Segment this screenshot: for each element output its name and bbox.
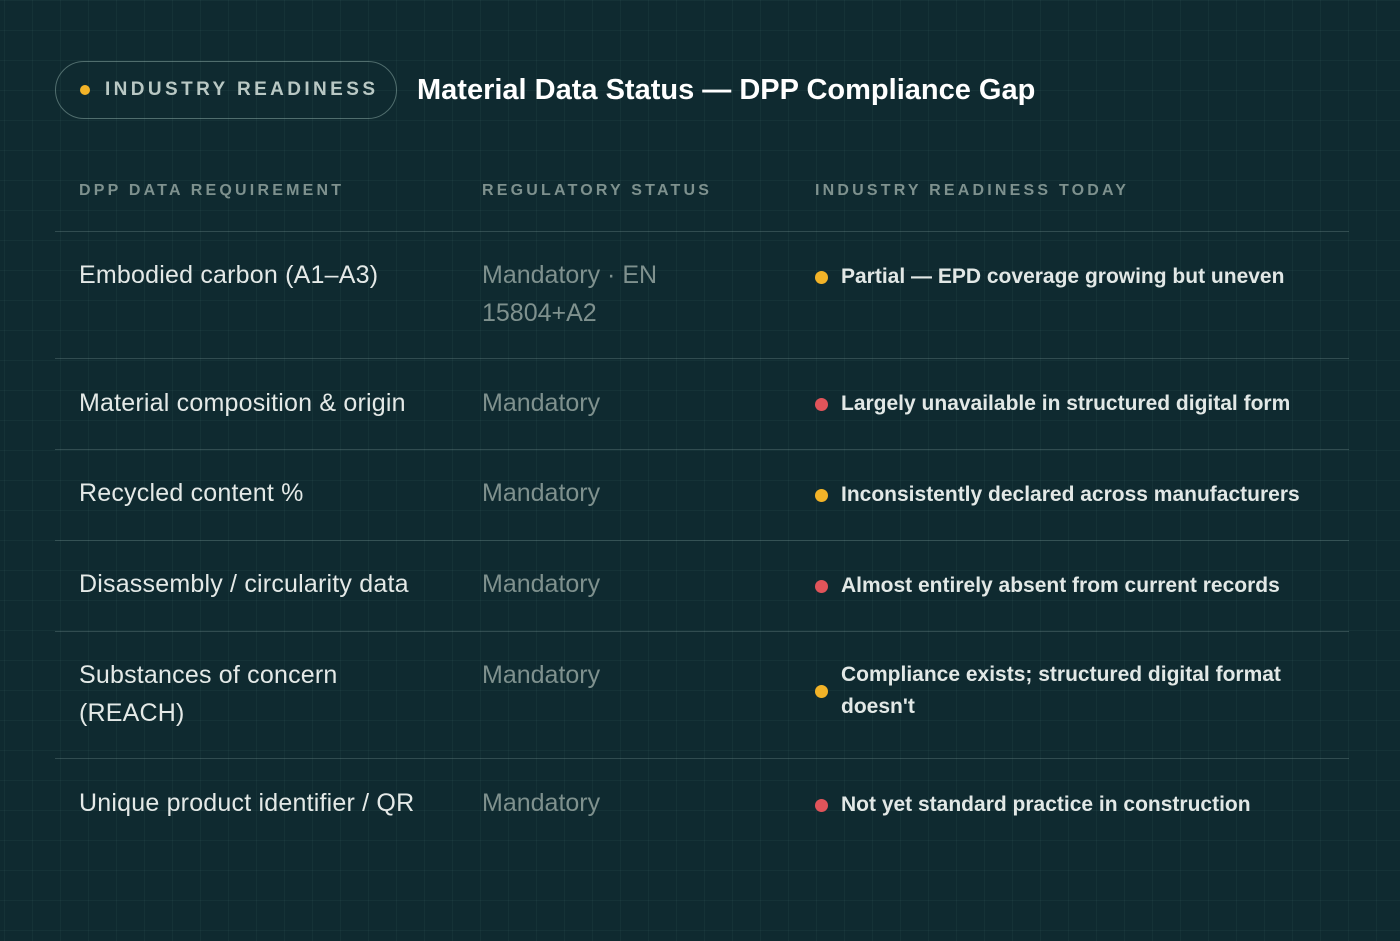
readiness-dot-icon bbox=[815, 397, 828, 411]
readiness-text: Almost entirely absent from current reco… bbox=[841, 574, 1280, 597]
compliance-table: DPP DATA REQUIREMENT REGULATORY STATUS I… bbox=[55, 160, 1349, 869]
table-row: Substances of concern (REACH) Mandatory … bbox=[55, 632, 1349, 759]
requirement-cell: Unique product identifier / QR bbox=[79, 789, 415, 817]
regulatory-status-cell: Mandatory bbox=[482, 789, 601, 817]
requirement-cell: Substances of concern (REACH) bbox=[79, 661, 338, 727]
readiness-cell: Compliance exists; structured digital fo… bbox=[815, 659, 1335, 723]
readiness-dot-icon bbox=[815, 579, 828, 593]
regulatory-status-cell: Mandatory bbox=[482, 389, 601, 417]
readiness-cell: Not yet standard practice in constructio… bbox=[815, 789, 1335, 821]
readiness-cell: Partial — EPD coverage growing but uneve… bbox=[815, 261, 1335, 293]
readiness-text: Compliance exists; structured digital fo… bbox=[841, 663, 1281, 718]
industry-readiness-badge: INDUSTRY READINESS bbox=[55, 61, 397, 119]
regulatory-status-cell: Mandatory bbox=[482, 661, 601, 689]
page-title: Material Data Status — DPP Compliance Ga… bbox=[417, 73, 1036, 106]
regulatory-status-cell: Mandatory bbox=[482, 570, 601, 598]
badge-label: INDUSTRY READINESS bbox=[105, 79, 379, 100]
requirement-cell: Material composition & origin bbox=[79, 389, 406, 417]
readiness-text: Largely unavailable in structured digita… bbox=[841, 392, 1291, 415]
requirement-cell: Recycled content % bbox=[79, 479, 304, 507]
header: INDUSTRY READINESS Material Data Status … bbox=[55, 61, 1035, 119]
readiness-text: Not yet standard practice in constructio… bbox=[841, 793, 1251, 816]
readiness-dot-icon bbox=[815, 684, 828, 698]
requirement-cell: Disassembly / circularity data bbox=[79, 570, 409, 598]
regulatory-status-cell: Mandatory · EN 15804+A2 bbox=[482, 261, 658, 327]
readiness-cell: Almost entirely absent from current reco… bbox=[815, 570, 1335, 602]
table-row: Material composition & origin Mandatory … bbox=[55, 359, 1349, 450]
table-row: Embodied carbon (A1–A3) Mandatory · EN 1… bbox=[55, 232, 1349, 359]
readiness-dot-icon bbox=[815, 798, 828, 812]
readiness-text: Inconsistently declared across manufactu… bbox=[841, 483, 1300, 506]
table-row: Unique product identifier / QR Mandatory… bbox=[55, 759, 1349, 869]
column-header-industry-readiness: INDUSTRY READINESS TODAY bbox=[815, 182, 1130, 199]
readiness-dot-icon bbox=[815, 488, 828, 502]
readiness-dot-icon bbox=[815, 270, 828, 284]
requirement-cell: Embodied carbon (A1–A3) bbox=[79, 261, 379, 289]
column-header-requirement: DPP DATA REQUIREMENT bbox=[79, 182, 345, 199]
readiness-cell: Inconsistently declared across manufactu… bbox=[815, 479, 1335, 511]
regulatory-status-cell: Mandatory bbox=[482, 479, 601, 507]
table-row: Recycled content % Mandatory Inconsisten… bbox=[55, 450, 1349, 541]
status-dot-icon bbox=[80, 85, 90, 95]
readiness-text: Partial — EPD coverage growing but uneve… bbox=[841, 265, 1285, 288]
readiness-cell: Largely unavailable in structured digita… bbox=[815, 388, 1335, 420]
table-row: Disassembly / circularity data Mandatory… bbox=[55, 541, 1349, 632]
table-header: DPP DATA REQUIREMENT REGULATORY STATUS I… bbox=[55, 160, 1349, 232]
column-header-regulatory-status: REGULATORY STATUS bbox=[482, 182, 713, 199]
